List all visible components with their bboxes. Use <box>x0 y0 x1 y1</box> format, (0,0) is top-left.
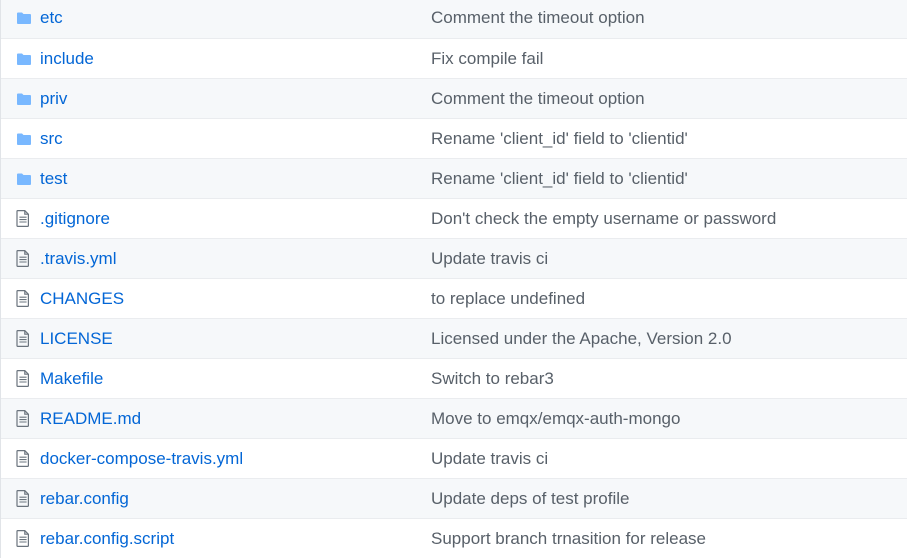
file-name-link[interactable]: rebar.config.script <box>40 529 174 548</box>
commit-message-link[interactable]: Update deps of test profile <box>431 489 629 508</box>
file-icon <box>1 250 40 267</box>
file-icon <box>1 370 40 387</box>
commit-message-link[interactable]: Move to emqx/emqx-auth-mongo <box>431 409 680 428</box>
commit-message-link[interactable]: Update travis ci <box>431 249 548 268</box>
file-row: docker-compose-travis.yml Update travis … <box>1 438 907 478</box>
file-name-link[interactable]: priv <box>40 89 67 108</box>
commit-message-link[interactable]: Fix compile fail <box>431 49 543 68</box>
folder-icon <box>1 91 40 107</box>
file-name-link[interactable]: rebar.config <box>40 489 129 508</box>
file-name-link[interactable]: test <box>40 169 67 188</box>
file-icon <box>1 450 40 467</box>
file-icon <box>1 410 40 427</box>
file-row: rebar.config Update deps of test profile <box>1 478 907 518</box>
file-row: etc Comment the timeout option <box>1 0 907 38</box>
commit-message-link[interactable]: Comment the timeout option <box>431 8 645 27</box>
file-name-link[interactable]: README.md <box>40 409 141 428</box>
commit-message-link[interactable]: Comment the timeout option <box>431 89 645 108</box>
file-row: Makefile Switch to rebar3 <box>1 358 907 398</box>
file-icon <box>1 210 40 227</box>
file-row: .gitignore Don't check the empty usernam… <box>1 198 907 238</box>
file-row: src Rename 'client_id' field to 'clienti… <box>1 118 907 158</box>
file-row: LICENSE Licensed under the Apache, Versi… <box>1 318 907 358</box>
folder-icon <box>1 51 40 67</box>
file-icon <box>1 490 40 507</box>
file-name-link[interactable]: include <box>40 49 94 68</box>
commit-message-link[interactable]: Rename 'client_id' field to 'clientid' <box>431 129 688 148</box>
file-name-link[interactable]: LICENSE <box>40 329 113 348</box>
file-name-link[interactable]: CHANGES <box>40 289 124 308</box>
commit-message-link[interactable]: Rename 'client_id' field to 'clientid' <box>431 169 688 188</box>
commit-message-link[interactable]: to replace undefined <box>431 289 585 308</box>
file-name-link[interactable]: .travis.yml <box>40 249 117 268</box>
file-icon <box>1 530 40 547</box>
commit-message-link[interactable]: Support branch trnasition for release <box>431 529 706 548</box>
file-row: include Fix compile fail <box>1 38 907 78</box>
folder-icon <box>1 171 40 187</box>
file-name-link[interactable]: etc <box>40 8 63 27</box>
file-name-link[interactable]: Makefile <box>40 369 103 388</box>
file-icon <box>1 330 40 347</box>
file-row: .travis.yml Update travis ci <box>1 238 907 278</box>
file-name-link[interactable]: .gitignore <box>40 209 110 228</box>
commit-message-link[interactable]: Switch to rebar3 <box>431 369 554 388</box>
file-row: priv Comment the timeout option <box>1 78 907 118</box>
folder-icon <box>1 10 40 26</box>
file-row: rebar.config.script Support branch trnas… <box>1 518 907 558</box>
commit-message-link[interactable]: Don't check the empty username or passwo… <box>431 209 776 228</box>
folder-icon <box>1 131 40 147</box>
file-name-link[interactable]: docker-compose-travis.yml <box>40 449 243 468</box>
file-list: etc Comment the timeout option include F… <box>0 0 907 558</box>
file-icon <box>1 290 40 307</box>
file-name-link[interactable]: src <box>40 129 63 148</box>
file-row: README.md Move to emqx/emqx-auth-mongo <box>1 398 907 438</box>
commit-message-link[interactable]: Licensed under the Apache, Version 2.0 <box>431 329 732 348</box>
file-row: test Rename 'client_id' field to 'client… <box>1 158 907 198</box>
file-row: CHANGES to replace undefined <box>1 278 907 318</box>
commit-message-link[interactable]: Update travis ci <box>431 449 548 468</box>
